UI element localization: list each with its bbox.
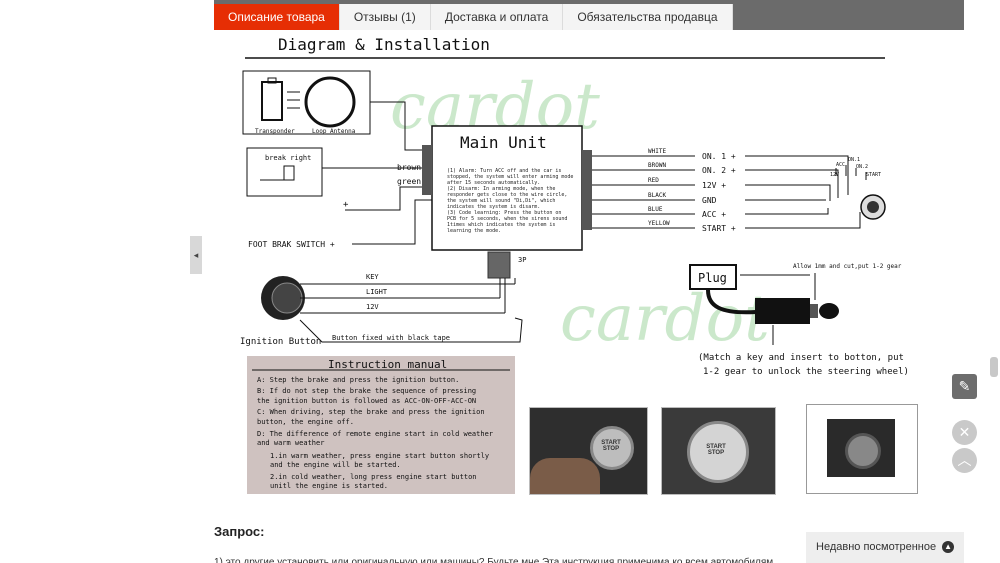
loop-antenna-coil	[304, 76, 356, 128]
manual-line-5: button, the engine off.	[257, 418, 354, 426]
photo-key-switch	[827, 419, 895, 477]
watermark-bottom: cardot	[560, 282, 770, 356]
wire-blue: BLUE	[648, 206, 663, 213]
photo-key-frame	[806, 404, 918, 494]
photo-start-button-closeup: START STOP	[661, 407, 776, 495]
recently-viewed-panel[interactable]: Недавно посмотренное ▲	[806, 532, 964, 563]
wire-black: BLACK	[648, 192, 666, 199]
ign-wire-light: LIGHT	[366, 288, 388, 296]
terminal-12v: 12V +	[702, 181, 726, 190]
svg-text:learning the mode.: learning the mode.	[447, 228, 501, 234]
loop-antenna-label: Loop Antenna	[312, 128, 356, 135]
break-right-label: break right	[265, 154, 311, 162]
match-key-line1: (Match a key and insert to botton, put	[698, 353, 904, 363]
tab-delivery[interactable]: Доставка и оплата	[430, 4, 564, 30]
wire-red: RED	[648, 177, 659, 184]
recently-viewed-label: Недавно посмотренное	[816, 541, 937, 553]
wire-white: WHITE	[648, 148, 666, 155]
query-text: 1) это другие установить или оригинальну…	[214, 557, 774, 563]
switch-on2-label: ON.2	[856, 164, 868, 170]
close-icon[interactable]: ✕	[952, 420, 977, 445]
terminal-on2: ON. 2 +	[702, 166, 736, 175]
match-key-line2: 1-2 gear to unlock the steering wheel)	[703, 367, 909, 377]
page-scrollbar-thumb[interactable]	[990, 357, 998, 377]
manual-line-11: unitl the engine is started.	[270, 482, 388, 490]
photo-2-label: START STOP	[706, 444, 726, 456]
manual-line-4: C: When driving, step the brake and pres…	[257, 408, 485, 416]
plus-label: +	[343, 200, 349, 210]
switch-on1-label: ON.1	[848, 157, 860, 163]
tab-seller-obligations[interactable]: Обязательства продавца	[563, 4, 733, 30]
product-tabs: Описание товара Отзывы (1) Доставка и оп…	[214, 4, 733, 30]
tab-description[interactable]: Описание товара	[214, 4, 340, 30]
button-fixed-label: Button fixed with black tape	[332, 334, 450, 342]
chevron-up-icon: ▲	[942, 541, 955, 554]
manual-line-8: 1.in warm weather, press engine start bu…	[270, 452, 489, 460]
chevron-up-icon[interactable]: ︿	[952, 448, 977, 473]
terminal-gnd: GND	[702, 196, 717, 205]
photo-1-label: START STOP	[601, 440, 621, 452]
wire-brown-label: brown	[397, 163, 421, 172]
manual-title: Instruction manual	[328, 358, 447, 371]
switch-12v-label: 12V	[830, 172, 839, 178]
plug-label: Plug	[698, 271, 727, 285]
photo-start-button-dashboard: START STOP	[529, 407, 648, 495]
wire-brown: BROWN	[648, 162, 666, 169]
foot-brake-label: FOOT BRAK SWITCH +	[248, 240, 335, 249]
allow-note: Allow 1mm and cut,put 1-2 gear	[793, 263, 902, 270]
manual-line-6: D: The difference of remote engine start…	[257, 430, 493, 438]
transponder-label: Transponder	[255, 128, 295, 135]
ignition-button-label: Ignition Button	[240, 337, 321, 347]
terminal-start: START +	[702, 224, 736, 233]
ign-wire-12v: 12V	[366, 303, 379, 311]
pencil-icon[interactable]: ✎	[952, 374, 977, 399]
manual-line-9: and the engine will be started.	[270, 461, 401, 469]
switch-acc-label: ACC	[836, 162, 845, 168]
chevron-left-icon[interactable]: ◂	[190, 236, 202, 274]
main-unit-title: Main Unit	[460, 133, 547, 152]
manual-line-7: and warm weather	[257, 439, 324, 447]
manual-line-2: B: If do not step the brake the sequence…	[257, 387, 476, 395]
query-heading: Запрос:	[214, 524, 265, 539]
wire-green-label: green	[397, 177, 421, 186]
connector-3p-label: 3P	[518, 256, 526, 264]
tab-reviews[interactable]: Отзывы (1)	[339, 4, 431, 30]
manual-line-10: 2.in cold weather, long press engine sta…	[270, 473, 477, 481]
ign-wire-key: KEY	[366, 273, 379, 281]
manual-line-1: A: Step the brake and press the ignition…	[257, 376, 459, 384]
switch-start-label: START	[866, 172, 881, 178]
output-wires	[592, 155, 695, 229]
manual-line-3: the ignition button is followed as ACC-O…	[257, 397, 476, 405]
wire-yellow: YELLOW	[648, 220, 670, 227]
ignition-switch-wires	[745, 155, 867, 229]
terminal-on1: ON. 1 +	[702, 152, 736, 161]
diagram-title: Diagram & Installation	[278, 35, 490, 54]
terminal-acc: ACC +	[702, 210, 726, 219]
